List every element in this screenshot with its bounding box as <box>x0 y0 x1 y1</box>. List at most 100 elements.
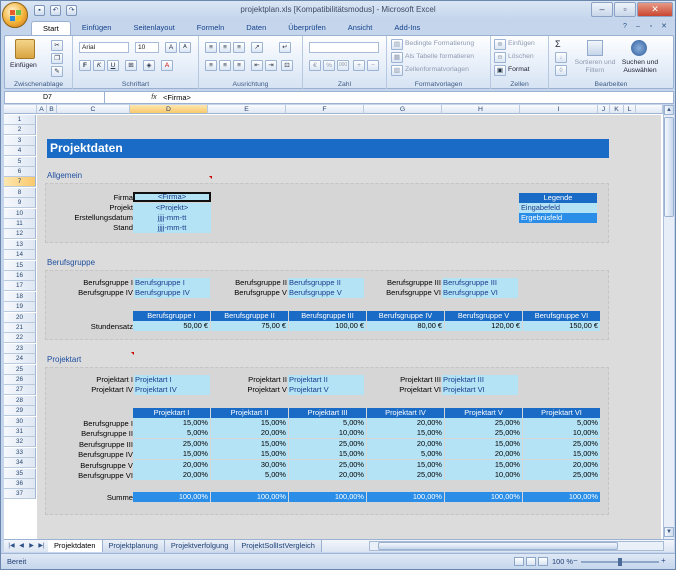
select-all-corner[interactable] <box>4 105 37 114</box>
zoom-in-icon[interactable]: + <box>661 556 666 565</box>
tab-daten[interactable]: Daten <box>235 21 277 35</box>
zoom-out-icon[interactable]: − <box>573 556 578 565</box>
percent-cell[interactable]: 20,00% <box>133 459 210 470</box>
tab-einfuegen[interactable]: Einfügen <box>71 21 123 35</box>
row-header[interactable]: 10 <box>4 208 36 219</box>
percent-cell[interactable]: 10,00% <box>289 428 366 439</box>
row-header[interactable]: 28 <box>4 395 36 406</box>
row-header[interactable]: 9 <box>4 198 36 209</box>
page-layout-view-icon[interactable] <box>526 557 536 566</box>
thousands-icon[interactable]: 000 <box>337 60 349 71</box>
normal-view-icon[interactable] <box>514 557 524 566</box>
percent-cell[interactable]: 15,00% <box>367 428 444 439</box>
fill-color-icon[interactable]: ◈ <box>143 60 155 71</box>
row-header[interactable]: 5 <box>4 156 36 167</box>
row-header[interactable]: 7 <box>4 177 36 188</box>
row-header[interactable]: 1 <box>4 115 36 125</box>
first-sheet-icon[interactable]: |◀ <box>7 542 16 551</box>
comment-indicator[interactable] <box>131 352 134 355</box>
percent-cell[interactable]: 15,00% <box>445 438 522 449</box>
find-select-button[interactable]: Suchen und Auswählen <box>617 59 663 75</box>
maximize-button[interactable]: ▫ <box>614 2 636 17</box>
input-stand[interactable]: jjjj-mm-tt <box>133 223 211 233</box>
row-header[interactable]: 21 <box>4 323 36 333</box>
copy-icon[interactable]: ❐ <box>51 53 63 64</box>
fill-icon[interactable]: ↓ <box>555 52 567 63</box>
rate-cell[interactable]: 120,00 € <box>445 321 522 331</box>
fx-icon[interactable]: fx <box>145 92 163 103</box>
input-firma[interactable]: <Firma> <box>133 192 211 202</box>
name-box[interactable]: D7 <box>5 92 105 103</box>
ribbon-close-button[interactable]: ✕ <box>659 22 669 32</box>
percent-cell[interactable]: 25,00% <box>523 438 600 449</box>
vertical-scrollbar[interactable]: ▲ ▼ <box>663 105 674 539</box>
input-projekt[interactable]: <Projekt> <box>133 203 211 213</box>
row-header[interactable]: 14 <box>4 250 36 261</box>
row-header[interactable]: 8 <box>4 187 36 198</box>
pair-input[interactable]: Berufsgruppe VI <box>442 288 518 298</box>
pair-input[interactable]: Berufsgruppe I <box>134 278 210 288</box>
tab-ansicht[interactable]: Ansicht <box>337 21 384 35</box>
tab-ueberpruefen[interactable]: Überprüfen <box>277 21 337 35</box>
percent-cell[interactable]: 25,00% <box>133 438 210 449</box>
row-header[interactable]: 37 <box>4 489 36 500</box>
row-header[interactable]: 32 <box>4 437 36 448</box>
ribbon-restore-button[interactable]: ▫ <box>646 22 656 32</box>
bold-button[interactable]: F <box>79 60 91 71</box>
paste-icon[interactable] <box>15 39 35 59</box>
row-header[interactable]: 15 <box>4 260 36 271</box>
col-header-g[interactable]: G <box>364 105 442 114</box>
pair-input[interactable]: Berufsgruppe III <box>442 278 518 288</box>
rate-cell[interactable]: 80,00 € <box>367 321 444 331</box>
formula-input[interactable]: <Firma> <box>163 92 191 103</box>
row-header[interactable]: 16 <box>4 271 36 281</box>
percent-cell[interactable]: 15,00% <box>445 459 522 470</box>
col-header-b[interactable]: B <box>47 105 57 114</box>
percent-cell[interactable]: 15,00% <box>211 418 288 428</box>
number-format-combo[interactable] <box>309 42 379 53</box>
percent-cell[interactable]: 10,00% <box>445 470 522 480</box>
zoom-slider[interactable]: − + <box>573 556 666 566</box>
conditional-format-icon[interactable]: ▤ <box>391 39 403 50</box>
find-icon[interactable] <box>631 40 647 56</box>
percent-cell[interactable]: 20,00% <box>523 459 600 470</box>
percent-cell[interactable]: 20,00% <box>133 470 210 480</box>
insert-cells-button[interactable]: Einfügen <box>508 40 535 47</box>
percent-cell[interactable]: 25,00% <box>289 459 366 470</box>
border-icon[interactable]: ⊞ <box>125 60 137 71</box>
sort-filter-icon[interactable] <box>587 40 603 56</box>
percent-cell[interactable]: 20,00% <box>367 438 444 449</box>
input-erstellungsdatum[interactable]: jjjj-mm-tt <box>133 213 211 223</box>
cell-styles-button[interactable]: Zellenformatvorlagen <box>405 66 469 73</box>
cut-icon[interactable]: ✂ <box>51 40 63 51</box>
wrap-text-icon[interactable]: ↵ <box>279 42 291 53</box>
decrease-decimal-icon[interactable]: − <box>367 60 379 71</box>
clear-icon[interactable]: ◊ <box>555 65 567 76</box>
row-header[interactable]: 25 <box>4 364 36 375</box>
ribbon-minimize-button[interactable]: – <box>633 22 643 32</box>
row-header[interactable]: 34 <box>4 458 36 469</box>
percent-cell[interactable]: 5,00% <box>367 449 444 460</box>
row-header[interactable]: 24 <box>4 354 36 365</box>
row-header[interactable]: 35 <box>4 468 36 479</box>
col-header-d[interactable]: D <box>130 105 208 114</box>
scroll-up-icon[interactable]: ▲ <box>664 105 674 115</box>
paste-button[interactable]: Einfügen <box>10 62 37 69</box>
pair-input[interactable]: Projektart IV <box>134 385 210 395</box>
row-header[interactable]: 29 <box>4 406 36 417</box>
row-header[interactable]: 26 <box>4 375 36 385</box>
comment-indicator[interactable] <box>209 176 212 179</box>
autosum-button[interactable]: Σ <box>555 39 561 49</box>
percent-cell[interactable]: 5,00% <box>523 418 600 428</box>
row-header[interactable]: 11 <box>4 219 36 229</box>
percent-cell[interactable]: 5,00% <box>289 418 366 428</box>
rate-cell[interactable]: 150,00 € <box>523 321 600 331</box>
col-header-h[interactable]: H <box>442 105 520 114</box>
row-header[interactable]: 20 <box>4 312 36 323</box>
align-center-icon[interactable]: ≡ <box>219 60 231 71</box>
sheet-tab[interactable]: Projektdaten <box>48 540 103 552</box>
percent-cell[interactable]: 20,00% <box>211 428 288 439</box>
percent-cell[interactable]: 15,00% <box>133 449 210 460</box>
row-header[interactable]: 27 <box>4 385 36 396</box>
sheet-tab[interactable]: Projektplanung <box>102 540 165 552</box>
